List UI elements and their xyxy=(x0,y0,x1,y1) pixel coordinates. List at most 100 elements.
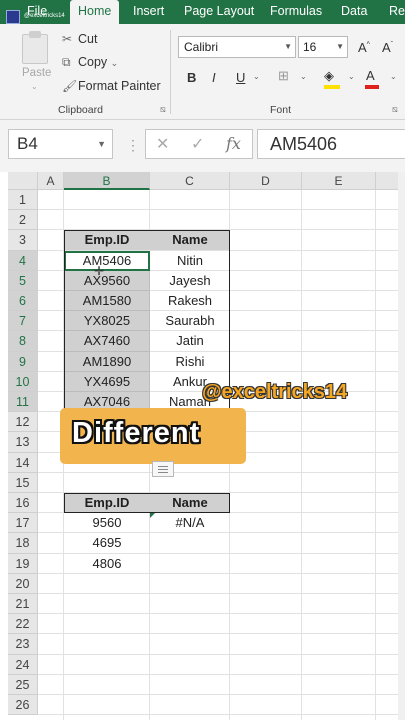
tab-data[interactable]: Data xyxy=(341,0,367,24)
formula-bar: B4 ▼ ⋮ ✕ ✓ fx AM5406 xyxy=(0,120,405,172)
paintbrush-icon: 🖌 xyxy=(62,79,78,93)
font-color-icon[interactable]: A xyxy=(365,68,379,89)
error-indicator-icon xyxy=(150,513,155,519)
lookup-id-cell[interactable]: 9560 xyxy=(64,513,150,533)
more-options-icon[interactable]: ⋮ xyxy=(126,137,140,154)
cut-button[interactable]: ✂ Cut xyxy=(62,32,97,46)
font-name-select[interactable]: Calibri ▼ xyxy=(178,36,296,58)
row-header-15[interactable]: 15 xyxy=(8,472,38,493)
insert-function-icon[interactable]: fx xyxy=(226,134,241,153)
watermark-text: @exceltricks14 xyxy=(202,381,348,403)
row-header-1[interactable]: 1 xyxy=(8,190,38,211)
cross-cursor-icon: ✛ xyxy=(94,264,105,278)
row-header-5[interactable]: 5 xyxy=(8,270,38,291)
formula-tools: ✕ ✓ fx xyxy=(145,129,253,159)
decrease-font-size-icon[interactable]: Aˇ xyxy=(382,40,393,55)
row-header-21[interactable]: 21 xyxy=(8,594,38,615)
enter-icon[interactable]: ✓ xyxy=(191,134,204,154)
row-header-6[interactable]: 6 xyxy=(8,291,38,312)
row-header-13[interactable]: 13 xyxy=(8,432,38,453)
row-header-17[interactable]: 17 xyxy=(8,513,38,534)
font-size-select[interactable]: 16 ▼ xyxy=(298,36,348,58)
tab-home[interactable]: Home xyxy=(70,0,120,26)
chevron-down-icon[interactable]: ⌄ xyxy=(390,72,397,81)
font-size-value: 16 xyxy=(303,40,317,54)
chevron-down-icon[interactable]: ⌄ xyxy=(253,72,260,81)
gridline-vertical xyxy=(375,190,376,720)
dialog-launcher-icon[interactable]: ⧅ xyxy=(392,104,398,115)
column-header-e[interactable]: E xyxy=(302,172,376,190)
row-header-4[interactable]: 4 xyxy=(8,250,38,271)
format-painter-button[interactable]: 🖌Format Painter xyxy=(62,79,161,93)
font-group-label: Font xyxy=(270,104,292,116)
row-header-2[interactable]: 2 xyxy=(8,210,38,231)
row-header-24[interactable]: 24 xyxy=(8,654,38,675)
fill-color-icon[interactable]: ◈ xyxy=(324,68,340,89)
row-header-26[interactable]: 26 xyxy=(8,695,38,716)
gridline-horizontal xyxy=(38,613,405,615)
column-header-d[interactable]: D xyxy=(230,172,302,190)
gridline-horizontal xyxy=(38,209,405,211)
vertical-scrollbar[interactable] xyxy=(398,172,405,720)
paste-button[interactable]: Paste xyxy=(22,67,51,79)
bold-button[interactable]: B xyxy=(187,70,196,85)
chevron-down-icon[interactable]: ⌄ xyxy=(348,72,355,81)
row-header-16[interactable]: 16 xyxy=(8,493,38,514)
chevron-down-icon[interactable]: ▼ xyxy=(336,37,344,57)
underline-button[interactable]: U xyxy=(236,70,245,85)
quick-analysis-icon[interactable] xyxy=(152,461,174,477)
column-header-b[interactable]: B xyxy=(64,172,150,190)
formula-input[interactable]: AM5406 xyxy=(257,129,405,159)
tab-file[interactable]: File xyxy=(27,0,47,24)
row-header-22[interactable]: 22 xyxy=(8,614,38,635)
row-header-7[interactable]: 7 xyxy=(8,311,38,332)
row-header-9[interactable]: 9 xyxy=(8,351,38,372)
row-header-20[interactable]: 20 xyxy=(8,573,38,594)
column-header-c[interactable]: C xyxy=(150,172,230,190)
chevron-down-icon[interactable]: ⌄ xyxy=(111,58,119,68)
copy-icon: ⧉ xyxy=(62,55,71,69)
gridline-horizontal xyxy=(38,673,405,675)
copy-button[interactable]: ⧉ Copy ⌄ xyxy=(62,55,118,70)
row-header-8[interactable]: 8 xyxy=(8,331,38,352)
row-header-10[interactable]: 10 xyxy=(8,371,38,392)
gridline-vertical xyxy=(301,190,302,720)
paste-icon[interactable] xyxy=(22,31,48,64)
row-header-11[interactable]: 11 xyxy=(8,392,38,413)
ribbon-home-panel: Paste ⌄ ✂ Cut ⧉ Copy ⌄ 🖌Format Painter Cli… xyxy=(0,24,405,120)
lookup-result-cell[interactable]: #N/A xyxy=(150,513,230,533)
row-header-25[interactable]: 25 xyxy=(8,674,38,695)
tab-insert[interactable]: Insert xyxy=(133,0,164,24)
tab-formulas[interactable]: Formulas xyxy=(270,0,322,24)
row-header-19[interactable]: 19 xyxy=(8,553,38,574)
format-painter-label: Format Painter xyxy=(78,79,161,93)
fill-color-swatch xyxy=(324,85,340,89)
column-header-a[interactable]: A xyxy=(38,172,64,190)
chevron-down-icon[interactable]: ⌄ xyxy=(31,82,38,91)
row-header-3[interactable]: 3 xyxy=(8,230,38,251)
borders-icon[interactable]: ⊞ xyxy=(278,68,289,84)
name-box-value: B4 xyxy=(17,134,38,153)
cut-label: Cut xyxy=(78,32,98,46)
row-header-14[interactable]: 14 xyxy=(8,452,38,473)
tab-review[interactable]: Re xyxy=(389,0,405,24)
italic-button[interactable]: I xyxy=(212,70,216,85)
lookup-id-cell[interactable]: 4806 xyxy=(64,554,150,574)
row-header-18[interactable]: 18 xyxy=(8,533,38,554)
chevron-down-icon[interactable]: ▼ xyxy=(284,37,292,57)
select-all-corner[interactable] xyxy=(8,172,38,190)
tab-page-layout[interactable]: Page Layout xyxy=(184,0,254,24)
gridline-horizontal xyxy=(38,633,405,635)
row-header-12[interactable]: 12 xyxy=(8,412,38,433)
gridline-horizontal xyxy=(38,714,405,716)
increase-font-size-icon[interactable]: A^ xyxy=(358,40,370,55)
row-header-23[interactable]: 23 xyxy=(8,634,38,655)
name-box[interactable]: B4 ▼ xyxy=(8,129,113,159)
cancel-icon[interactable]: ✕ xyxy=(156,134,169,154)
chevron-down-icon[interactable]: ⌄ xyxy=(300,72,307,81)
lookup-id-cell[interactable]: 4695 xyxy=(64,533,150,553)
chevron-down-icon[interactable]: ▼ xyxy=(97,130,106,158)
scissors-icon: ✂ xyxy=(62,32,73,46)
clipboard-group-label: Clipboard xyxy=(58,104,103,116)
dialog-launcher-icon[interactable]: ⧅ xyxy=(160,104,166,115)
